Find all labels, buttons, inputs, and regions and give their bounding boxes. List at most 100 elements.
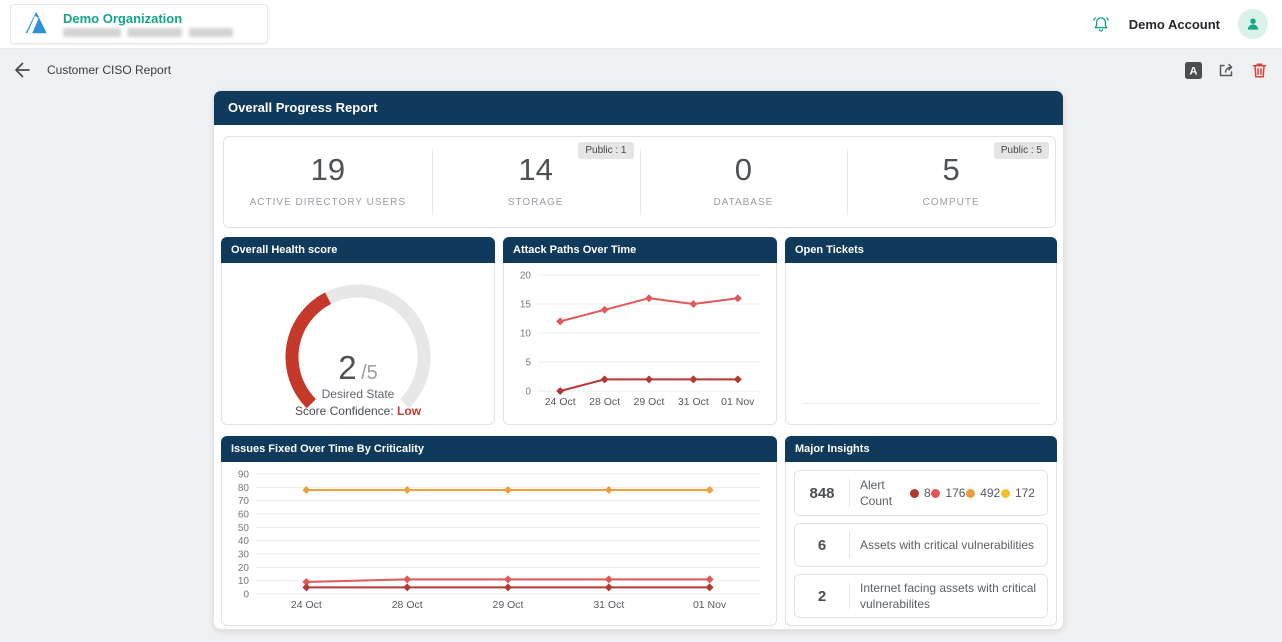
attack-paths-chart: 0 5 10 15 20 24 Oct 28 Oct 29 Oct 31 Oct 01 Nov (504, 263, 776, 421)
svg-text:15: 15 (520, 300, 532, 311)
person-icon (1245, 16, 1261, 32)
svg-text:28 Oct: 28 Oct (392, 599, 423, 611)
svg-text:A: A (1189, 65, 1197, 77)
svg-text:20: 20 (238, 563, 250, 574)
export-pdf-icon[interactable]: A (1183, 60, 1203, 80)
insight-row-internet-facing-assets: 2 Internet facing assets with critical v… (794, 574, 1048, 618)
legend-item: 176 (931, 486, 965, 500)
svg-text:31 Oct: 31 Oct (678, 396, 709, 408)
report-breadcrumb-title: Customer CISO Report (47, 63, 171, 77)
back-arrow-icon[interactable] (12, 60, 32, 80)
svg-text:10: 10 (238, 576, 250, 587)
issues-fixed-chart: 0 10 20 30 40 50 60 70 80 90 24 Oct 28 Oct 29 Oct 31 … (222, 462, 776, 624)
overall-health-score-card: Overall Health score 2 /5 Desired State … (221, 237, 495, 425)
overall-progress-report-panel: Overall Progress Report 19 ACTIVE DIRECT… (213, 90, 1064, 630)
svg-text:5: 5 (525, 358, 531, 369)
severity-dot (910, 489, 919, 498)
public-count-badge: Public : 1 (578, 142, 633, 159)
svg-text:0: 0 (525, 387, 531, 398)
delete-icon[interactable] (1249, 60, 1269, 80)
divider (849, 583, 850, 609)
stat-label: ACTIVE DIRECTORY USERS (224, 197, 432, 208)
health-score-subtitle: Desired State (222, 387, 494, 401)
severity-count: 8 (924, 486, 931, 500)
alert-severity-legend: 8 176 492 172 (910, 486, 1037, 500)
insight-value: 6 (805, 537, 839, 554)
svg-text:01 Nov: 01 Nov (693, 599, 727, 611)
top-bar: Demo Organization Demo Account (0, 0, 1282, 49)
svg-text:10: 10 (520, 329, 532, 340)
card-title: Issues Fixed Over Time By Criticality (221, 436, 777, 462)
card-title: Overall Health score (221, 237, 495, 263)
report-toolbar: Customer CISO Report A (0, 48, 1282, 92)
issues-fixed-over-time-card: Issues Fixed Over Time By Criticality 01… (221, 436, 777, 626)
public-count-badge: Public : 5 (994, 142, 1049, 159)
insight-label: Alert Count (860, 477, 904, 509)
empty-chart-axis (802, 403, 1040, 404)
stat-value: 0 (640, 152, 848, 188)
share-icon[interactable] (1216, 60, 1236, 80)
insight-row-alert-count: 848 Alert Count 8 176 492 (794, 470, 1048, 516)
card-title: Open Tickets (785, 237, 1057, 263)
legend-item: 8 (910, 486, 931, 500)
stat-label: COMPUTE (847, 197, 1055, 208)
open-tickets-card: Open Tickets (785, 237, 1057, 425)
svg-text:24 Oct: 24 Oct (291, 599, 322, 611)
svg-text:50: 50 (238, 523, 250, 534)
organization-name: Demo Organization (63, 12, 233, 25)
svg-text:90: 90 (238, 470, 250, 481)
stat-database: 0 DATABASE (640, 137, 848, 227)
svg-text:20: 20 (520, 271, 532, 282)
organization-selector[interactable]: Demo Organization (10, 4, 268, 44)
health-score-max: /5 (361, 362, 378, 384)
svg-text:40: 40 (238, 536, 250, 547)
severity-count: 172 (1015, 486, 1035, 500)
attack-paths-over-time-card: Attack Paths Over Time 0 5 10 15 20 24 Oct 28 … (503, 237, 777, 425)
account-name[interactable]: Demo Account (1129, 17, 1220, 32)
divider (849, 479, 850, 507)
stat-compute: Public : 5 5 COMPUTE (847, 137, 1055, 227)
card-title: Major Insights (785, 436, 1057, 462)
stat-active-directory-users: 19 ACTIVE DIRECTORY USERS (224, 137, 432, 227)
health-score-value: 2 (338, 349, 356, 386)
organization-id-redacted (63, 28, 233, 37)
insight-row-critical-assets: 6 Assets with critical vulnerabilities (794, 523, 1048, 567)
severity-count: 176 (945, 486, 965, 500)
score-confidence-value: Low (397, 404, 421, 418)
severity-dot (966, 489, 975, 498)
svg-text:60: 60 (238, 510, 250, 521)
stat-label: STORAGE (432, 197, 640, 208)
stat-storage: Public : 1 14 STORAGE (432, 137, 640, 227)
legend-item: 172 (1001, 486, 1035, 500)
severity-dot (931, 489, 940, 498)
svg-text:0: 0 (243, 590, 249, 601)
legend-item: 492 (966, 486, 1000, 500)
health-score-gauge: 2 /5 Desired State Score Confidence: Low (222, 265, 494, 425)
svg-text:29 Oct: 29 Oct (634, 396, 665, 408)
major-insights-card: Major Insights 848 Alert Count 8 176 (785, 436, 1057, 626)
svg-text:70: 70 (238, 496, 250, 507)
svg-text:01 Nov: 01 Nov (721, 396, 755, 408)
stat-label: DATABASE (640, 197, 848, 208)
svg-text:80: 80 (238, 483, 250, 494)
panel-title: Overall Progress Report (214, 91, 1063, 125)
divider (849, 532, 850, 558)
notification-bell-icon[interactable] (1091, 14, 1111, 34)
svg-text:30: 30 (238, 550, 250, 561)
insight-label: Internet facing assets with critical vul… (860, 580, 1037, 612)
stat-value: 19 (224, 152, 432, 188)
insight-value: 2 (805, 588, 839, 605)
azure-logo-icon (21, 8, 49, 41)
score-confidence: Score Confidence: Low (222, 404, 494, 418)
svg-text:31 Oct: 31 Oct (593, 599, 624, 611)
svg-text:29 Oct: 29 Oct (493, 599, 524, 611)
svg-text:28 Oct: 28 Oct (589, 396, 620, 408)
severity-count: 492 (980, 486, 1000, 500)
insight-label: Assets with critical vulnerabilities (860, 537, 1034, 553)
card-title: Attack Paths Over Time (503, 237, 777, 263)
severity-dot (1001, 489, 1010, 498)
insight-value: 848 (805, 485, 839, 502)
resource-stats-card: 19 ACTIVE DIRECTORY USERS Public : 1 14 … (223, 136, 1056, 228)
svg-text:24 Oct: 24 Oct (545, 396, 576, 408)
user-avatar[interactable] (1238, 9, 1268, 39)
